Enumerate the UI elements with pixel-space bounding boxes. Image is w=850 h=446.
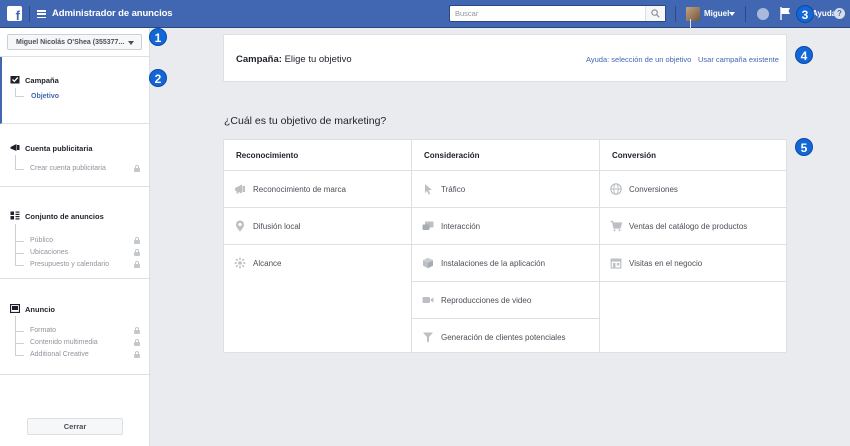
- objective-option[interactable]: Ventas del catálogo de productos: [600, 208, 787, 245]
- sidebar-item-ubicaciones[interactable]: Ubicaciones: [30, 249, 68, 256]
- tree-line: [15, 88, 16, 96]
- sidebar-section-campaign: Campaña Objetivo: [0, 57, 149, 124]
- callout-1: 1: [149, 28, 167, 46]
- sidebar-item-formato[interactable]: Formato: [30, 327, 56, 334]
- avatar[interactable]: [686, 7, 700, 21]
- sidebar-item-crear-cuenta[interactable]: Crear cuenta publicitaria: [30, 165, 106, 172]
- search-button[interactable]: [645, 6, 665, 21]
- tree-line: [15, 155, 16, 169]
- objective-column-awareness: Reconocimiento Reconocimiento de marca D…: [224, 140, 412, 352]
- topbar-divider: [29, 6, 30, 22]
- lock-icon: [134, 249, 140, 256]
- tree-line: [15, 331, 24, 332]
- account-name: Miguel Nicolás O'Shea (355377...: [16, 39, 125, 46]
- shopping-cart-icon: [610, 220, 622, 232]
- lock-icon: [134, 327, 140, 334]
- tree-line: [15, 96, 24, 97]
- tree-line: [15, 232, 16, 265]
- topbar-divider: [745, 6, 746, 22]
- ad-preview-icon: [10, 304, 20, 313]
- sidebar-section-ad-set: Conjunto de anuncios Presupuesto y calen…: [0, 187, 149, 279]
- column-header: Reconocimiento: [224, 140, 412, 171]
- hamburger-menu-icon[interactable]: [37, 10, 46, 19]
- callout-2: 2: [149, 69, 167, 87]
- objective-option[interactable]: Interacción: [412, 208, 599, 245]
- column-header: Consideración: [412, 140, 599, 171]
- tree-line: [15, 316, 16, 355]
- objective-column-consideration: Consideración Tráfico Interacción Instal…: [411, 140, 599, 352]
- app-title: Administrador de anuncios: [52, 8, 173, 19]
- video-camera-icon: [422, 297, 434, 303]
- callout-3: 3: [796, 5, 814, 23]
- sidebar-item-publico[interactable]: Público: [30, 237, 53, 244]
- tree-line: [15, 169, 24, 170]
- objective-option[interactable]: Conversiones: [600, 171, 787, 208]
- grid-icon: [10, 211, 20, 220]
- top-bar: f Administrador de anuncios Miguel Ayuda…: [0, 0, 850, 28]
- objective-option[interactable]: Instalaciones de la aplicación: [412, 245, 599, 282]
- checkbox-icon: [10, 76, 20, 84]
- megaphone-icon: [10, 144, 20, 151]
- objective-option[interactable]: Generación de clientes potenciales: [412, 319, 599, 356]
- objective-option[interactable]: Reproducciones de video: [412, 282, 599, 319]
- objective-column-conversion: Conversión Conversiones Ventas del catál…: [599, 140, 787, 352]
- objective-option[interactable]: Alcance: [224, 245, 412, 282]
- box-icon: [423, 257, 433, 269]
- tree-line: [15, 241, 24, 242]
- facebook-logo-icon[interactable]: f: [7, 6, 22, 22]
- megaphone-icon: [235, 184, 245, 194]
- objective-option[interactable]: Visitas en el negocio: [600, 245, 787, 282]
- location-pin-icon: [236, 220, 244, 232]
- sidebar-item-presupuesto[interactable]: Presupuesto y calendario: [30, 261, 109, 268]
- lock-icon: [134, 351, 140, 358]
- help-link[interactable]: Ayuda: [812, 9, 836, 18]
- globe-icon[interactable]: [757, 8, 769, 20]
- cursor-icon: [425, 184, 432, 195]
- column-header: Conversión: [600, 140, 787, 171]
- globe-icon: [610, 183, 622, 195]
- objective-option[interactable]: Tráfico: [412, 171, 599, 208]
- link-separator: [690, 19, 691, 29]
- objective-option[interactable]: Reconocimiento de marca: [224, 171, 412, 208]
- sidebar-item-additional-creative[interactable]: Additional Creative: [30, 351, 89, 358]
- search-icon: [651, 9, 660, 18]
- use-existing-campaign-link[interactable]: Usar campaña existente: [698, 55, 779, 64]
- objective-option[interactable]: Difusión local: [224, 208, 412, 245]
- marketing-objective-question: ¿Cuál es tu objetivo de marketing?: [224, 115, 387, 127]
- tree-line: [15, 253, 24, 254]
- lock-icon: [134, 261, 140, 268]
- user-name[interactable]: Miguel: [704, 9, 729, 18]
- topbar-divider: [675, 6, 676, 22]
- reach-burst-icon: [234, 257, 246, 269]
- lock-icon: [134, 165, 140, 172]
- sidebar-section-ad-account: Cuenta publicitaria Crear cuenta publici…: [0, 124, 149, 187]
- objective-grid: Reconocimiento Reconocimiento de marca D…: [223, 139, 787, 353]
- sidebar-section-ad: Anuncio Formato Contenido multimedia Add…: [0, 279, 149, 375]
- chevron-down-icon[interactable]: [729, 12, 735, 16]
- account-selector[interactable]: Miguel Nicolás O'Shea (355377...: [7, 34, 142, 50]
- sidebar-item-contenido[interactable]: Contenido multimedia: [30, 339, 98, 346]
- tree-line: [15, 355, 24, 356]
- objective-help-link[interactable]: Ayuda: selección de un objetivo: [586, 55, 691, 64]
- search-input[interactable]: [450, 6, 645, 21]
- sidebar: Miguel Nicolás O'Shea (355377... Campaña…: [0, 28, 150, 446]
- campaign-header: Campaña: Elige tu objetivo Ayuda: selecc…: [223, 34, 787, 82]
- callout-4: 4: [795, 46, 813, 64]
- sidebar-item-objetivo[interactable]: Objetivo: [31, 93, 59, 100]
- storefront-icon: [610, 258, 622, 269]
- tree-line: [15, 265, 24, 266]
- search-box: [449, 5, 666, 22]
- page-title: Campaña: Elige tu objetivo: [236, 54, 352, 65]
- chat-bubbles-icon: [422, 221, 434, 230]
- close-button[interactable]: Cerrar: [27, 418, 123, 435]
- flag-icon[interactable]: [780, 7, 791, 20]
- lock-icon: [134, 237, 140, 244]
- help-icon[interactable]: ?: [834, 8, 845, 19]
- lock-icon: [134, 339, 140, 346]
- tree-line: [15, 343, 24, 344]
- callout-5: 5: [795, 138, 813, 156]
- funnel-icon: [423, 332, 433, 343]
- chevron-down-icon: [128, 41, 134, 45]
